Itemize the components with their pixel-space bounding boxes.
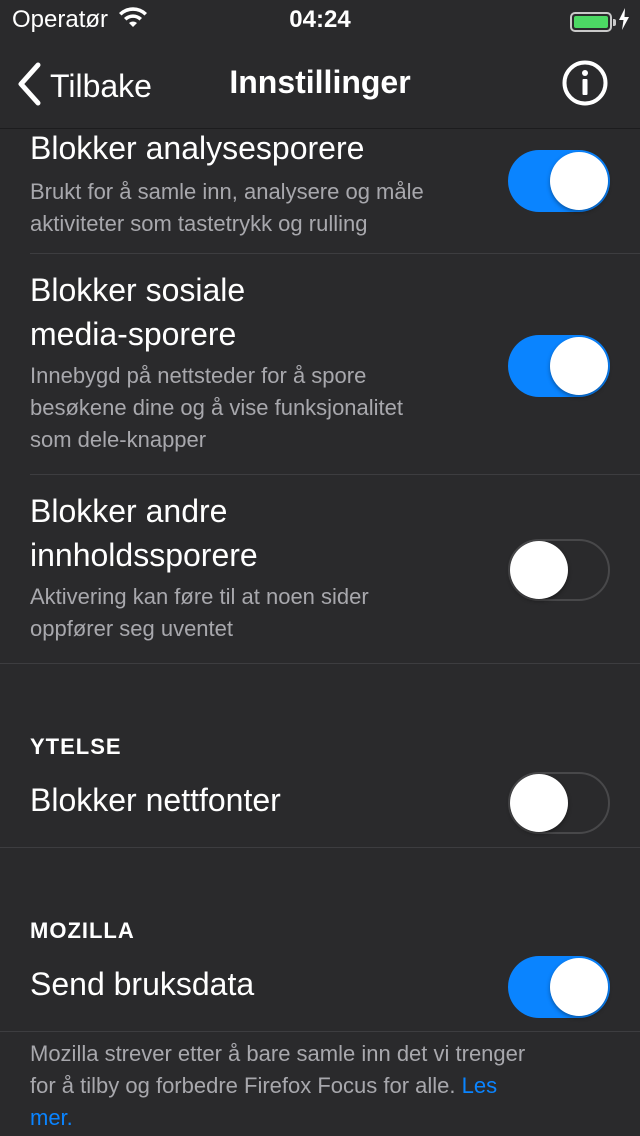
webfonts-toggle[interactable] (508, 772, 610, 834)
status-time: 04:24 (289, 6, 351, 33)
status-bar: Operatør 04:24 (0, 0, 640, 40)
footer-text-span: for å tilby og forbedre Firefox Focus fo… (30, 1073, 462, 1098)
learn-more-link[interactable]: Les (462, 1073, 497, 1098)
toggle-knob (550, 152, 608, 210)
section-header-performance: YTELSE (30, 734, 122, 759)
info-icon[interactable] (562, 60, 608, 106)
description-line: oppfører seg uventet (30, 616, 234, 641)
status-right (570, 8, 630, 35)
title-line: Blokker sosiale (30, 272, 246, 308)
social-trackers-toggle[interactable] (508, 335, 610, 397)
navigation-bar: Tilbake Innstillinger (0, 40, 640, 129)
learn-more-link-cont[interactable]: mer. (30, 1105, 73, 1130)
footer-line: for å tilby og forbedre Firefox Focus fo… (30, 1070, 610, 1102)
setting-row-social: Blokker sosiale media-sporere Innebygd p… (30, 254, 640, 475)
setting-row-webfonts: Blokker nettfonter (0, 766, 640, 848)
setting-row-analytics: Blokker analysesporere Brukt for å samle… (30, 126, 640, 254)
toggle-knob (550, 958, 608, 1016)
toggle-knob (510, 774, 568, 832)
title-line: Blokker andre (30, 493, 228, 529)
description-line: besøkene dine og å vise funksjonalitet (30, 395, 404, 420)
analytics-toggle[interactable] (508, 150, 610, 212)
battery-icon (570, 11, 616, 32)
footer-line: mer. (30, 1102, 610, 1134)
battery-nub (613, 18, 616, 26)
toggle-knob (510, 541, 568, 599)
page-title: Innstillinger (229, 64, 411, 100)
setting-row-usage-data: Send bruksdata (0, 950, 640, 1032)
charging-bolt-icon (618, 8, 630, 35)
setting-row-other-content: Blokker andre innholdssporere Aktivering… (0, 475, 640, 664)
description-line: som dele-knapper (30, 427, 207, 452)
section-header-mozilla: MOZILLA (30, 918, 135, 943)
settings-list: Blokker analysesporere Brukt for å samle… (0, 128, 640, 1134)
description-line: aktiviteter som tastetrykk og rulling (30, 211, 368, 236)
toggle-knob (550, 337, 608, 395)
footer-line: Mozilla strever etter å bare samle inn d… (30, 1041, 526, 1066)
battery-level (574, 15, 608, 28)
usage-data-toggle[interactable] (508, 956, 610, 1018)
other-trackers-toggle[interactable] (508, 539, 610, 601)
usage-data-footer: Mozilla strever etter å bare samle inn d… (0, 1038, 640, 1134)
